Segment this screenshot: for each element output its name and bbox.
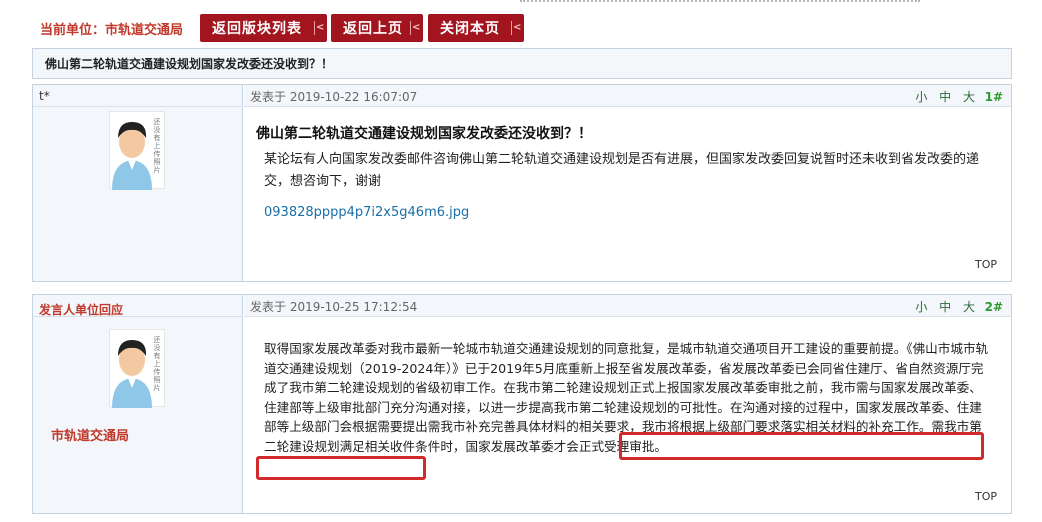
chevron-left-icon: < [511, 21, 523, 35]
avatar: 还没有上传照片 [109, 329, 165, 408]
font-size-controls[interactable]: 小 中 大 [915, 295, 979, 319]
avatar-caption: 还没有上传照片 [153, 336, 161, 392]
highlight-annotation [619, 432, 984, 460]
close-page-button[interactable]: 关闭本页 < [428, 14, 524, 42]
post-timestamp: 发表于 2019-10-22 16:07:07 [250, 90, 418, 104]
floor-number: 1# [984, 90, 1003, 104]
post-1: t* 还没有上传照片 发表于 2019-10-22 16:07:07 小 中 大… [32, 84, 1012, 282]
author-name[interactable]: 发言人单位回应 [33, 295, 243, 317]
post-meta: 发表于 2019-10-25 17:12:54 小 中 大 2# [244, 295, 1011, 317]
back-to-board-list-label: 返回版块列表 [212, 21, 302, 37]
author-unit-name: 市轨道交通局 [51, 429, 130, 444]
post-content-panel: 发表于 2019-10-25 17:12:54 小 中 大 2# 取得国家发展改… [244, 295, 1011, 513]
avatar: 还没有上传照片 [109, 111, 165, 190]
chevron-left-icon: < [410, 21, 422, 35]
back-to-top-link[interactable]: TOP [975, 490, 997, 503]
attachment-link[interactable]: 093828pppp4p7i2x5g46m6.jpg [264, 205, 469, 220]
back-previous-page-button[interactable]: 返回上页 < [331, 14, 423, 42]
post-body: 某论坛有人向国家发改委邮件咨询佛山第二轮轨道交通建设规划是否有进展，但国家发改委… [264, 152, 980, 189]
post-content-panel: 发表于 2019-10-22 16:07:07 小 中 大 1# 佛山第二轮轨道… [244, 85, 1011, 281]
thread-title: 佛山第二轮轨道交通建设规划国家发改委还没收到？！ [32, 48, 1012, 79]
top-toolbar: 当前单位：市轨道交通局 返回版块列表 < 返回上页 < 关闭本页 < [0, 0, 1042, 44]
post-author-panel: 发言人单位回应 还没有上传照片 市轨道交通局 [33, 295, 243, 513]
cropped-header-edge [520, 0, 920, 4]
back-to-board-list-button[interactable]: 返回版块列表 < [200, 14, 327, 42]
avatar-caption: 还没有上传照片 [153, 118, 161, 174]
post-heading: 佛山第二轮轨道交通建设规划国家发改委还没收到？！ [256, 126, 592, 142]
chevron-left-icon: < [314, 21, 326, 35]
post-2: 发言人单位回应 还没有上传照片 市轨道交通局 发表于 2019-10-25 17… [32, 294, 1012, 514]
current-unit-label: 当前单位：市轨道交通局 [40, 23, 184, 38]
back-previous-page-label: 返回上页 [343, 21, 403, 37]
back-to-top-link[interactable]: TOP [975, 258, 997, 271]
reply-text: 取得国家发展改革委对我市最新一轮城市轨道交通建设规划的同意批复，是城市轨道交通项… [264, 341, 989, 434]
post-author-panel: t* 还没有上传照片 [33, 85, 243, 281]
post-timestamp: 发表于 2019-10-25 17:12:54 [250, 300, 418, 314]
author-name[interactable]: t* [33, 85, 243, 107]
post-meta: 发表于 2019-10-22 16:07:07 小 中 大 1# [244, 85, 1011, 107]
font-size-controls[interactable]: 小 中 大 [915, 85, 979, 109]
highlight-annotation [256, 456, 426, 480]
close-page-label: 关闭本页 [440, 21, 500, 37]
floor-number: 2# [984, 300, 1003, 314]
